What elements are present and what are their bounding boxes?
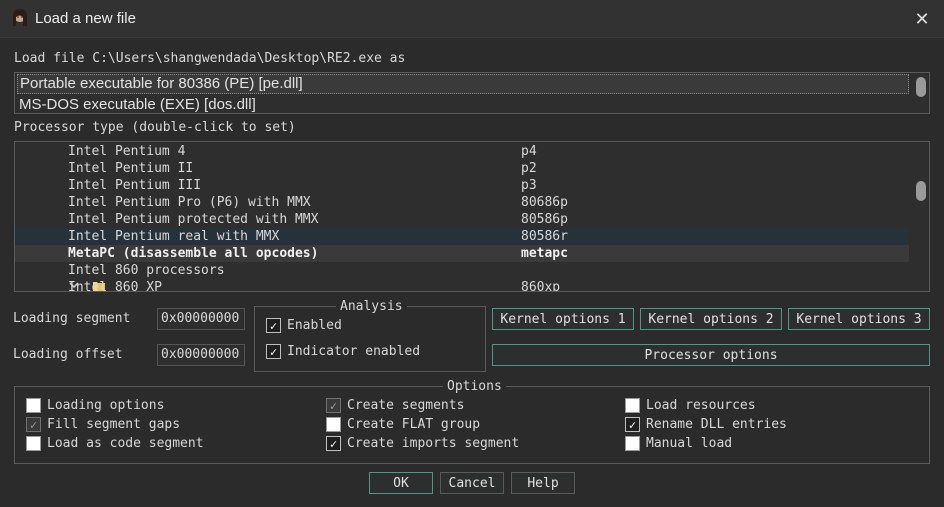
processor-row[interactable]: Intel 860 XP 860xp — [15, 279, 909, 292]
loader-scroll-thumb[interactable] — [916, 77, 926, 97]
loader-item-pe[interactable]: Portable executable for 80386 (PE) [pe.d… — [17, 74, 909, 94]
create-flat-group-checkbox[interactable] — [326, 417, 341, 432]
title-bar — [0, 0, 944, 38]
processor-code: 80586r — [521, 229, 568, 244]
load-as-code-segment-checkbox[interactable] — [26, 436, 41, 451]
processor-row[interactable]: Intel Pentium II p2 — [15, 160, 909, 177]
processor-name: Intel Pentium 4 — [68, 144, 186, 159]
processor-name: Intel Pentium II — [68, 161, 194, 176]
loader-item-dos[interactable]: MS-DOS executable (EXE) [dos.dll] — [17, 96, 909, 113]
processor-list[interactable]: Intel Pentium 4 p4 Intel Pentium II p2 I… — [14, 141, 930, 292]
fill-segment-gaps-label[interactable]: Fill segment gaps — [47, 417, 180, 432]
help-button[interactable]: Help — [511, 472, 575, 494]
cancel-button[interactable]: Cancel — [440, 472, 504, 494]
processor-name: Intel 860 XP — [68, 280, 162, 292]
close-button[interactable]: ✕ — [906, 6, 938, 32]
load-resources-checkbox[interactable] — [625, 398, 640, 413]
ok-button[interactable]: OK — [369, 472, 433, 494]
loader-list[interactable]: Portable executable for 80386 (PE) [pe.d… — [14, 72, 930, 114]
create-imports-segment-checkbox[interactable]: ✓ — [326, 436, 341, 451]
app-icon — [10, 8, 30, 28]
processor-name: Intel Pentium III — [68, 178, 202, 193]
manual-load-checkbox[interactable] — [625, 436, 640, 451]
check-icon: ✓ — [29, 417, 38, 432]
create-imports-segment-label[interactable]: Create imports segment — [347, 436, 519, 451]
processor-code: 80686p — [521, 195, 568, 210]
processor-row[interactable]: Intel Pentium Pro (P6) with MMX 80686p — [15, 194, 909, 211]
processor-code: metapc — [521, 246, 568, 261]
options-title: Options — [443, 379, 506, 394]
processor-code: 860xp — [521, 280, 561, 292]
check-icon: ✓ — [329, 436, 338, 451]
processor-name: Intel Pentium protected with MMX — [68, 212, 319, 227]
analysis-enabled-label[interactable]: Enabled — [287, 318, 342, 333]
check-icon: ✓ — [269, 318, 278, 333]
loading-options-label[interactable]: Loading options — [47, 398, 164, 413]
analysis-enabled-checkbox[interactable]: ✓ — [266, 318, 281, 333]
create-flat-group-label[interactable]: Create FLAT group — [347, 417, 480, 432]
fill-segment-gaps-checkbox[interactable]: ✓ — [26, 417, 41, 432]
processor-row[interactable]: Intel Pentium 4 p4 — [15, 143, 909, 160]
processor-row-selected[interactable]: MetaPC (disassemble all opcodes) metapc — [15, 245, 909, 262]
load-resources-label[interactable]: Load resources — [646, 398, 756, 413]
analysis-indicator-label[interactable]: Indicator enabled — [287, 344, 420, 359]
rename-dll-entries-checkbox[interactable]: ✓ — [625, 417, 640, 432]
load-file-label: Load file C:\Users\shangwendada\Desktop\… — [14, 51, 406, 66]
check-icon: ✓ — [628, 417, 637, 432]
processor-name: Intel Pentium real with MMX — [68, 229, 280, 244]
processor-row[interactable]: Intel Pentium III p3 — [15, 177, 909, 194]
rename-dll-entries-label[interactable]: Rename DLL entries — [646, 417, 787, 432]
kernel-options-2-button[interactable]: Kernel options 2 — [640, 308, 782, 330]
create-segments-label[interactable]: Create segments — [347, 398, 464, 413]
processor-type-label: Processor type (double-click to set) — [14, 120, 296, 135]
processor-group-name: Intel 860 processors — [68, 263, 225, 278]
loader-scrollbar[interactable] — [915, 75, 927, 111]
check-icon: ✓ — [329, 398, 338, 413]
processor-code: p2 — [521, 161, 537, 176]
loading-offset-input[interactable]: 0x00000000 — [157, 344, 245, 366]
processor-code: p4 — [521, 144, 537, 159]
create-segments-checkbox[interactable]: ✓ — [326, 398, 341, 413]
processor-scroll-thumb[interactable] — [916, 181, 926, 201]
analysis-title: Analysis — [336, 299, 407, 314]
loading-options-checkbox[interactable] — [26, 398, 41, 413]
processor-code: 80586p — [521, 212, 568, 227]
processor-options-button[interactable]: Processor options — [492, 344, 930, 366]
processor-row[interactable]: Intel Pentium protected with MMX 80586p — [15, 211, 909, 228]
load-as-code-segment-label[interactable]: Load as code segment — [47, 436, 204, 451]
processor-name: Intel Pentium Pro (P6) with MMX — [68, 195, 311, 210]
manual-load-label[interactable]: Manual load — [646, 436, 732, 451]
kernel-options-1-button[interactable]: Kernel options 1 — [492, 308, 634, 330]
kernel-options-3-button[interactable]: Kernel options 3 — [788, 308, 930, 330]
close-icon: ✕ — [914, 8, 930, 29]
processor-group-row[interactable]: Intel 860 processors — [15, 262, 909, 291]
processor-row-hover[interactable]: Intel Pentium real with MMX 80586r — [15, 228, 909, 245]
processor-code: p3 — [521, 178, 537, 193]
processor-name: MetaPC (disassemble all opcodes) — [68, 246, 319, 261]
processor-scrollbar[interactable] — [915, 144, 927, 289]
window-title: Load a new file — [35, 10, 136, 27]
loading-segment-label: Loading segment — [13, 311, 131, 326]
analysis-group — [254, 306, 486, 372]
analysis-indicator-checkbox[interactable]: ✓ — [266, 344, 281, 359]
check-icon: ✓ — [269, 344, 278, 359]
loading-segment-input[interactable]: 0x00000000 — [157, 308, 245, 330]
loading-offset-label: Loading offset — [13, 347, 123, 362]
